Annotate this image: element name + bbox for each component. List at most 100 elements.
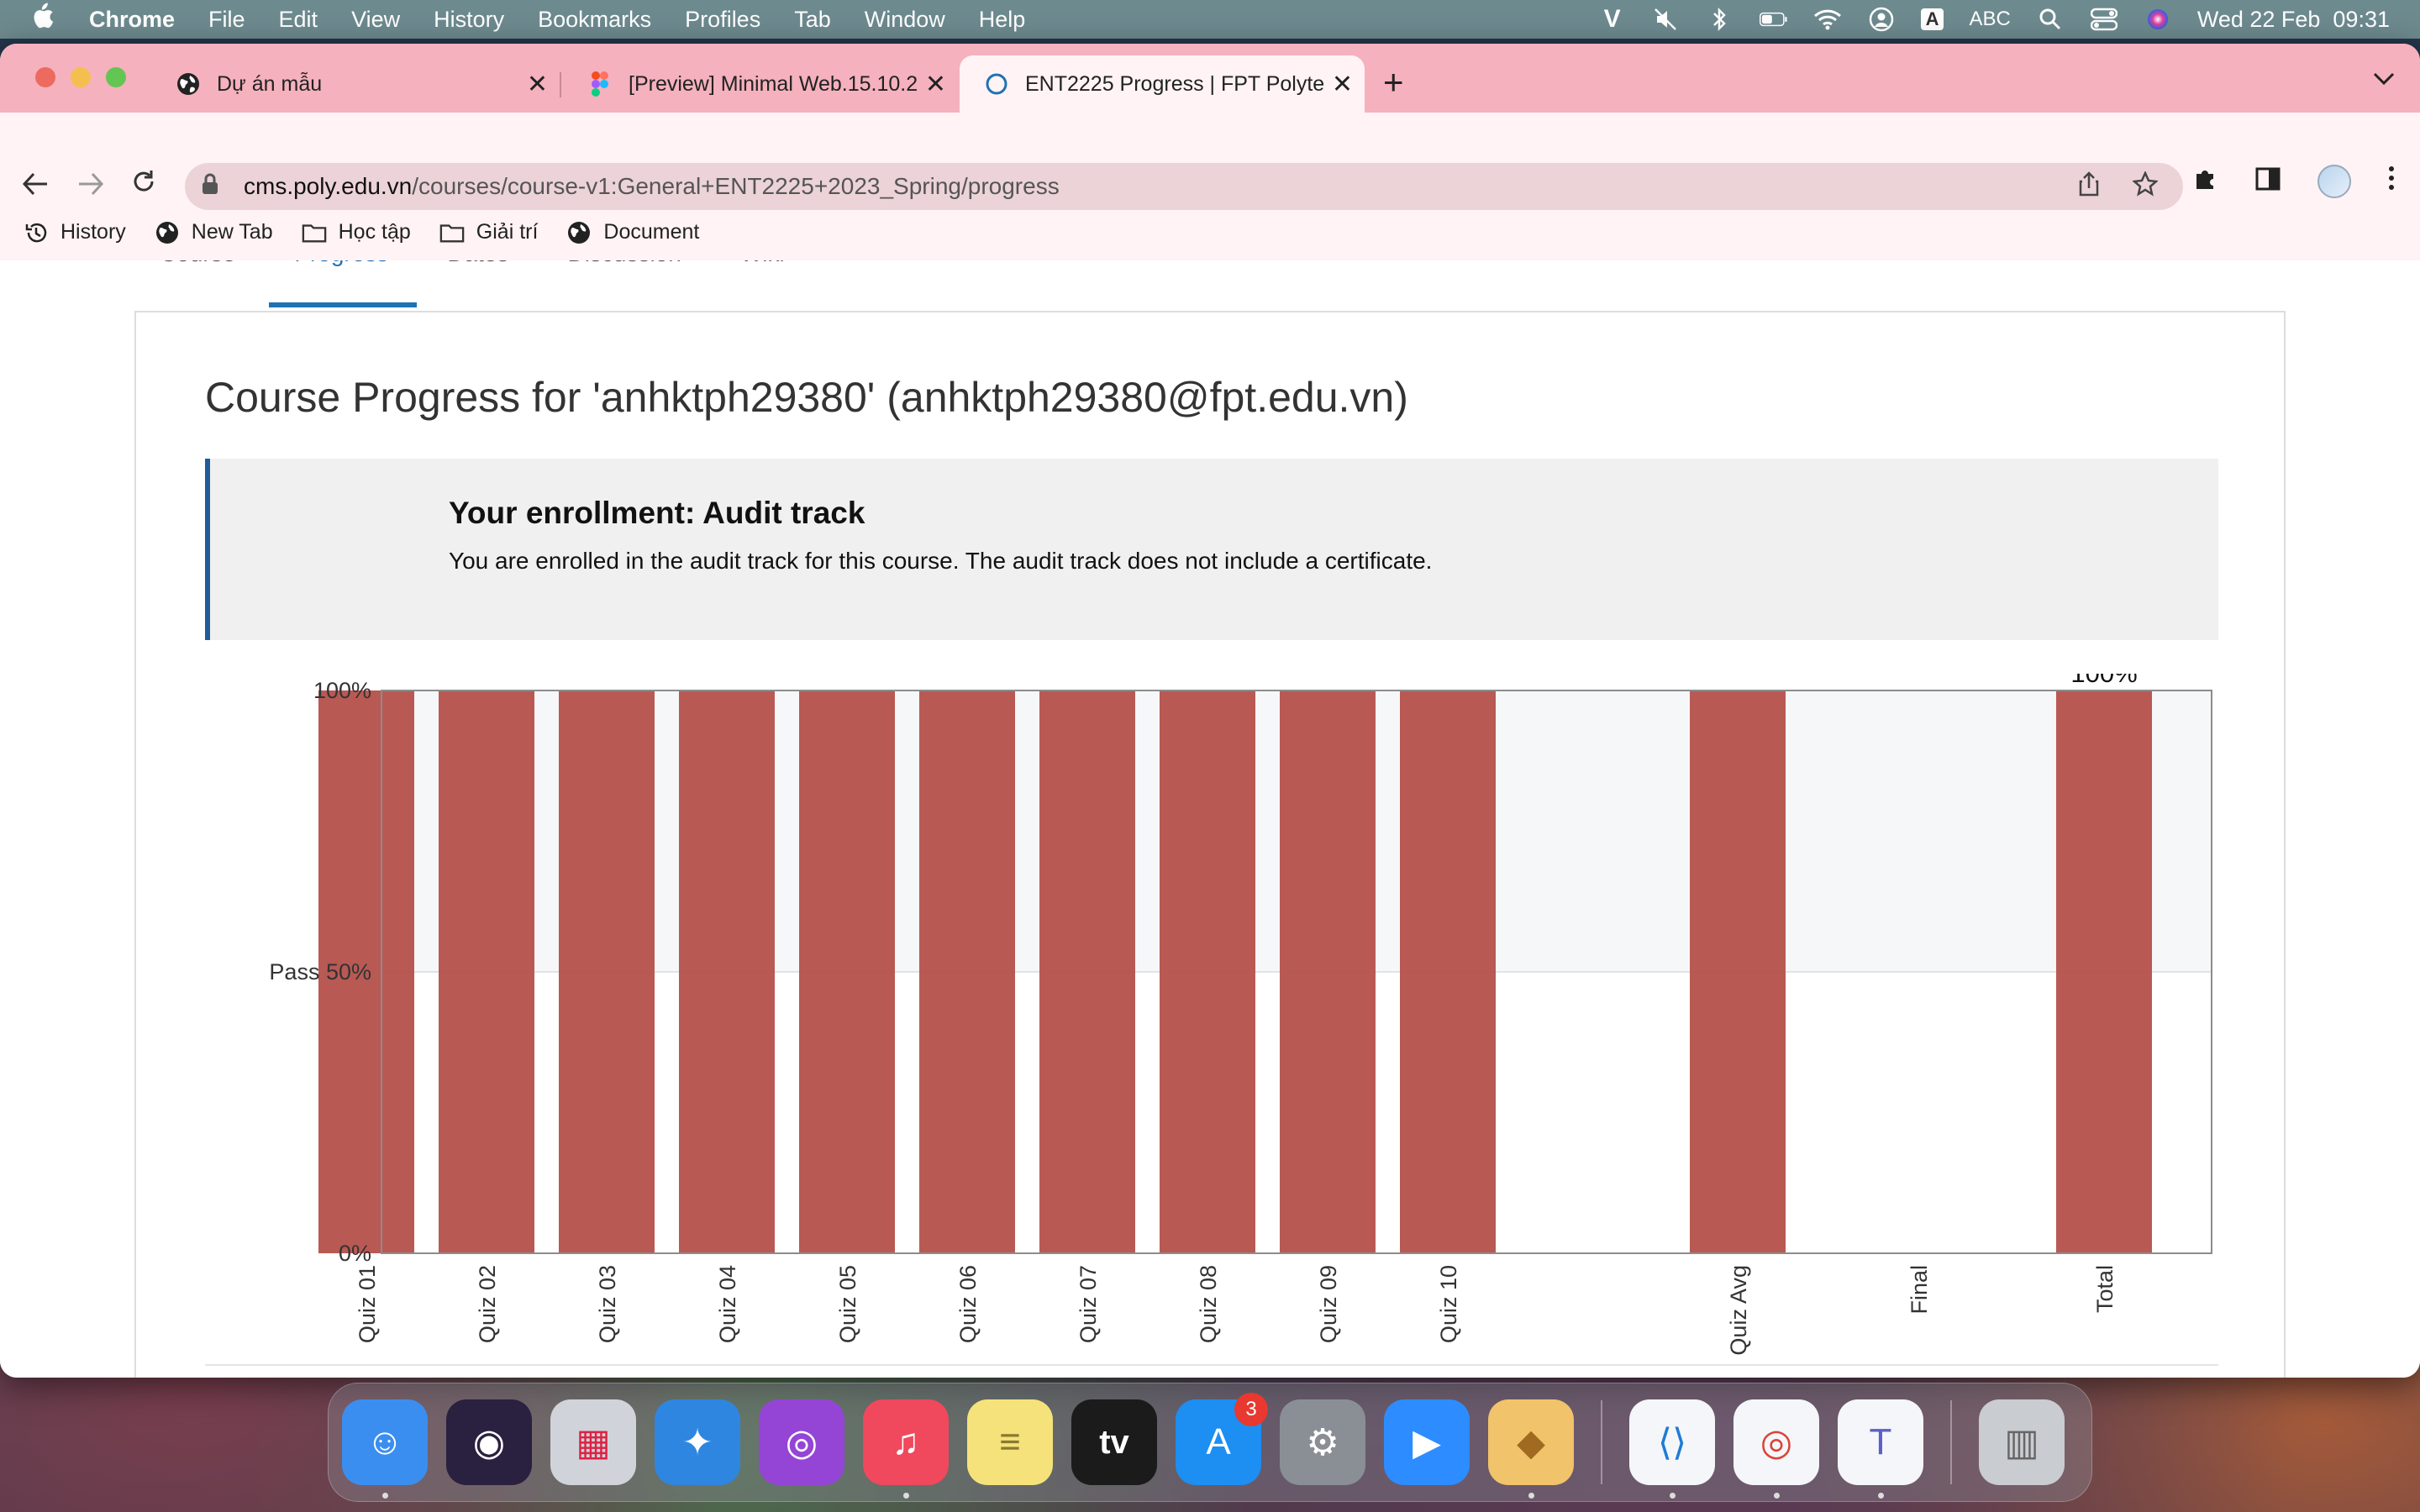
menu-bookmarks[interactable]: Bookmarks xyxy=(538,7,651,33)
mute-icon[interactable] xyxy=(1652,7,1681,32)
siri-icon: ◉ xyxy=(472,1421,506,1463)
menu-app-name[interactable]: Chrome xyxy=(89,7,175,33)
total-value-label: 100% xyxy=(2070,674,2137,688)
tab-course[interactable]: Course xyxy=(160,260,235,272)
dock-app-app-store[interactable]: A3 xyxy=(1176,1393,1268,1485)
enrollment-notice: Your enrollment: Audit track You are enr… xyxy=(205,459,2218,640)
bookmark-folder-giai-tri[interactable]: Giải trí xyxy=(439,220,538,244)
close-tab-icon[interactable]: ✕ xyxy=(925,70,946,99)
dock-app-launchpad[interactable]: ▦ xyxy=(550,1399,636,1485)
wifi-icon[interactable] xyxy=(1813,7,1842,32)
profile-avatar[interactable] xyxy=(2317,165,2351,198)
bookmark-star-icon[interactable] xyxy=(2132,170,2159,203)
tab-progress[interactable]: Progress xyxy=(294,260,388,272)
bar-quiz-09 xyxy=(1280,690,1376,1253)
dock-app-apple-tv[interactable]: tv xyxy=(1071,1399,1157,1485)
close-window-button[interactable] xyxy=(35,67,55,87)
vpn-v-icon[interactable]: V xyxy=(1598,5,1627,33)
siri-menubar-icon[interactable] xyxy=(2144,7,2172,32)
x-tick-label: Quiz 06 xyxy=(955,1265,981,1343)
chevron-down-icon[interactable] xyxy=(2373,66,2395,92)
dock-app-podcasts[interactable]: ◎ xyxy=(759,1399,844,1485)
x-tick-label: Quiz 10 xyxy=(1436,1265,1461,1343)
zoom-icon: ▶ xyxy=(1413,1421,1441,1463)
dock-app-trash[interactable]: ▥ xyxy=(1979,1399,2065,1485)
menu-profiles[interactable]: Profiles xyxy=(685,7,760,33)
menu-view[interactable]: View xyxy=(351,7,400,33)
battery-icon[interactable] xyxy=(1759,7,1788,32)
forward-arrow-icon[interactable] xyxy=(77,168,104,203)
chrome-icon: ◎ xyxy=(1760,1421,1793,1463)
tab-preview-minimal-web[interactable]: [Preview] Minimal Web.15.10.2 ✕ xyxy=(563,55,958,113)
menu-history[interactable]: History xyxy=(434,7,504,33)
running-indicator xyxy=(1774,1493,1780,1499)
bar-quiz-10 xyxy=(1400,690,1496,1253)
tab-discussion[interactable]: Discussion xyxy=(567,260,681,272)
reload-icon[interactable] xyxy=(131,166,156,202)
new-tab-plus-icon[interactable]: + xyxy=(1383,62,1404,102)
lock-icon[interactable] xyxy=(202,173,227,201)
control-center-icon[interactable] xyxy=(2090,7,2118,32)
dock-app-finder[interactable]: ☺ xyxy=(342,1399,428,1499)
dock-app-visual-studio-code[interactable]: ⟨⟩ xyxy=(1629,1399,1715,1499)
dock-separator xyxy=(1950,1400,1952,1484)
side-panel-icon[interactable] xyxy=(2255,166,2281,197)
menu-tab[interactable]: Tab xyxy=(794,7,831,33)
bookmark-folder-hoc-tap[interactable]: Học tập xyxy=(302,220,411,244)
x-tick-label: Quiz Avg xyxy=(1726,1265,1751,1356)
x-tick-label: Quiz 04 xyxy=(715,1265,740,1343)
history-icon xyxy=(24,222,49,244)
address-bar[interactable]: cms.poly.edu.vn/courses/course-v1:Genera… xyxy=(185,163,2183,210)
settings-icon: ⚙ xyxy=(1306,1421,1339,1463)
dock-app-system-preferences[interactable]: ⚙ xyxy=(1280,1399,1365,1485)
running-indicator xyxy=(382,1493,388,1499)
bluetooth-icon[interactable] xyxy=(1706,7,1734,32)
enrollment-message: You are enrolled in the audit track for … xyxy=(449,548,1433,574)
dock-app-microsoft-teams[interactable]: T xyxy=(1838,1399,1923,1499)
bookmark-document[interactable]: Document xyxy=(566,220,699,244)
bar-quiz-08 xyxy=(1160,690,1255,1253)
spotlight-search-icon[interactable] xyxy=(2036,7,2065,32)
user-account-icon[interactable] xyxy=(1867,7,1896,32)
back-arrow-icon[interactable] xyxy=(22,168,49,203)
extensions-puzzle-icon[interactable] xyxy=(2193,165,2218,197)
enrollment-title: Your enrollment: Audit track xyxy=(449,496,865,530)
tab-wiki[interactable]: Wiki xyxy=(740,260,785,272)
dock-app-zoom[interactable]: ▶ xyxy=(1384,1399,1470,1485)
dock-app-siri[interactable]: ◉ xyxy=(446,1399,532,1485)
tab-du-an-mau[interactable]: Dự án mẫu ✕ xyxy=(151,55,560,113)
grade-chart-svg: Quiz 01 Quiz 02 Quiz 03 Quiz 04 Quiz 05 Quiz … xyxy=(269,674,2212,1356)
dock-app-tableplus[interactable]: ◆ xyxy=(1488,1399,1574,1499)
globe-icon xyxy=(176,72,200,96)
close-tab-icon[interactable]: ✕ xyxy=(527,70,548,99)
menubar-datetime[interactable]: Wed 22 Feb 09:31 xyxy=(2197,7,2390,33)
minimize-window-button[interactable] xyxy=(71,67,91,87)
podcasts-icon: ◎ xyxy=(785,1421,818,1463)
close-tab-icon[interactable]: ✕ xyxy=(1332,70,1353,99)
dock-app-music[interactable]: ♫ xyxy=(863,1399,949,1499)
apple-menu-icon[interactable] xyxy=(30,3,55,36)
bar-quiz-avg xyxy=(1690,690,1786,1253)
bookmark-new-tab[interactable]: New Tab xyxy=(155,220,273,244)
y-tick-label: Pass 50% xyxy=(269,959,371,984)
dock-app-google-chrome[interactable]: ◎ xyxy=(1733,1399,1819,1499)
input-source-badge-icon[interactable]: A xyxy=(1920,8,1944,30)
fullscreen-window-button[interactable] xyxy=(106,67,126,87)
dock-app-notes[interactable]: ≡ xyxy=(967,1399,1053,1485)
input-source-label[interactable]: ABC xyxy=(1969,8,2010,31)
extension-area xyxy=(2193,165,2395,198)
tab-dates[interactable]: Dates xyxy=(447,260,508,272)
bookmark-history[interactable]: History xyxy=(24,220,126,244)
menu-edit[interactable]: Edit xyxy=(279,7,318,33)
share-icon[interactable] xyxy=(2079,171,2099,203)
y-tick-label: 0% xyxy=(339,1241,371,1266)
menu-help[interactable]: Help xyxy=(979,7,1026,33)
tab-strip: Dự án mẫu ✕ [Preview] Minimal Web.15.10.… xyxy=(0,44,2420,113)
globe-icon xyxy=(155,221,180,244)
loading-circle-icon xyxy=(985,72,1008,96)
tab-ent2225-progress[interactable]: ENT2225 Progress | FPT Polyte ✕ xyxy=(960,55,1365,113)
more-vertical-icon[interactable] xyxy=(2388,165,2395,197)
dock-app-safari[interactable]: ✦ xyxy=(655,1399,740,1485)
menu-window[interactable]: Window xyxy=(865,7,945,33)
menu-file[interactable]: File xyxy=(208,7,245,33)
